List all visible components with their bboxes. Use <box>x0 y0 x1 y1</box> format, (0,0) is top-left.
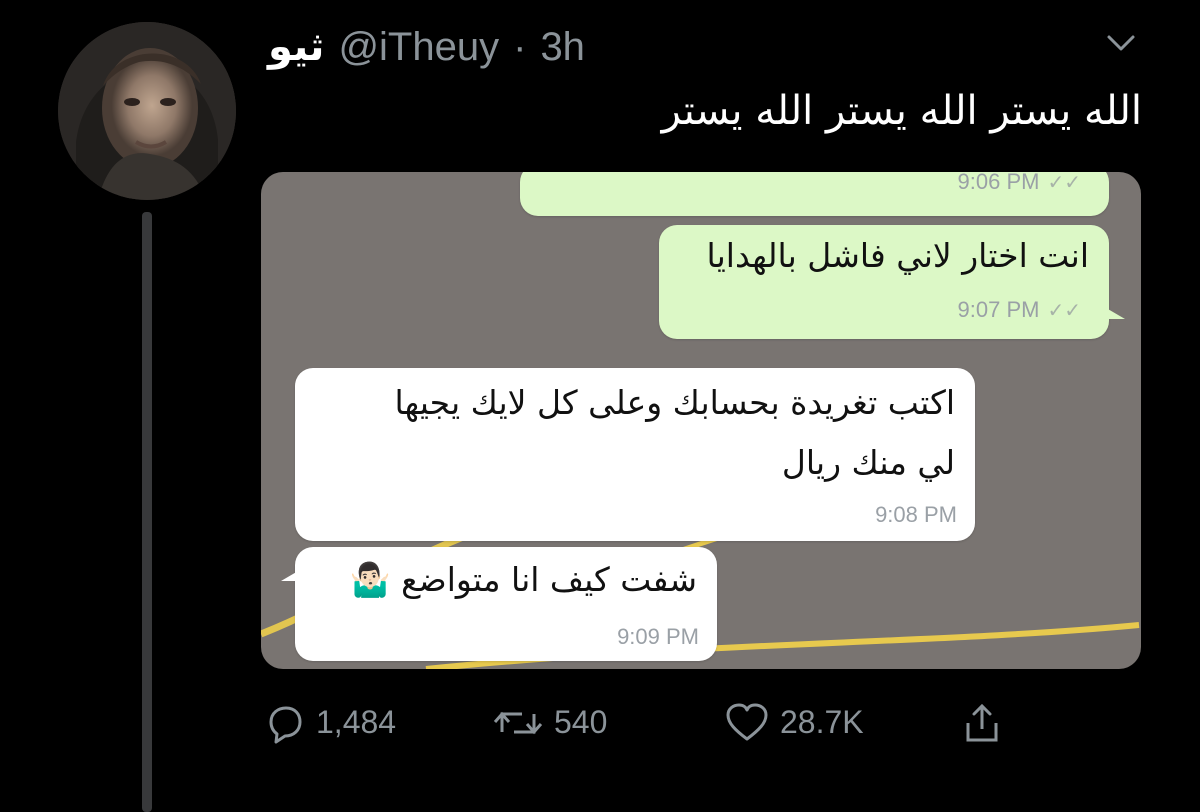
retweet-icon <box>493 711 543 734</box>
message-time: 9:06 PM ✓✓ <box>958 172 1081 195</box>
share-icon <box>966 703 998 741</box>
timestamp[interactable]: 3h <box>540 27 585 67</box>
message-bubble-outgoing[interactable]: انت اختار لاني فاشل بالهدايا 9:07 PM ✓✓ <box>659 225 1125 339</box>
bubble-tail <box>281 567 305 581</box>
message-time: 9:09 PM <box>617 624 699 649</box>
message-bubble-outgoing[interactable]: 9:06 PM ✓✓ <box>520 172 1109 216</box>
read-ticks-icon: ✓✓ <box>1047 300 1081 322</box>
reply-count: 1,484 <box>316 704 397 740</box>
reply-button[interactable]: 1,484 <box>264 695 396 750</box>
message-time: 9:08 PM <box>875 502 957 527</box>
avatar[interactable] <box>58 22 236 200</box>
handle[interactable]: @iTheuy <box>338 27 499 67</box>
message-text-line: لي منك ريال <box>781 443 955 482</box>
message-time-text: 9:06 PM <box>957 172 1040 194</box>
message-text: انت اختار لاني فاشل بالهدايا <box>706 236 1089 275</box>
like-count: 28.7K <box>780 704 864 740</box>
like-button[interactable]: 28.7K <box>724 695 864 750</box>
tweet-image[interactable]: 9:06 PM ✓✓ انت اختار لاني فاشل بالهدايا 9… <box>261 172 1141 669</box>
retweet-count: 540 <box>554 704 608 740</box>
retweet-button[interactable]: 540 <box>492 695 607 750</box>
reply-icon <box>269 706 302 743</box>
tweet-actions: 1,484 540 28.7K <box>260 695 1040 750</box>
avatar-portrait <box>58 22 236 200</box>
share-button[interactable] <box>960 695 1004 750</box>
heart-icon <box>726 703 768 740</box>
message-bubble-incoming[interactable]: شفت كيف انا متواضع 🤷🏻‍♂️ 9:09 PM <box>281 547 717 661</box>
message-text-line: اكتب تغريدة بحسابك وعلى كل لايك يجيها <box>394 383 955 422</box>
chevron-down-icon[interactable] <box>1104 26 1138 60</box>
tweet-header: ثيو @iTheuy · 3h <box>268 22 585 72</box>
message-bubble-incoming[interactable]: اكتب تغريدة بحسابك وعلى كل لايك يجيها لي… <box>295 368 975 541</box>
read-ticks-icon: ✓✓ <box>1047 172 1081 194</box>
bubble-tail <box>1101 305 1125 319</box>
tweet-text: الله يستر الله يستر الله يستر <box>661 88 1142 134</box>
message-time: 9:07 PM ✓✓ <box>958 297 1081 323</box>
separator-dot: · <box>513 25 527 69</box>
display-name[interactable]: ثيو <box>268 27 324 67</box>
message-text: شفت كيف انا متواضع 🤷🏻‍♂️ <box>349 560 697 599</box>
message-time-text: 9:07 PM <box>957 297 1040 322</box>
thread-line <box>142 212 152 812</box>
